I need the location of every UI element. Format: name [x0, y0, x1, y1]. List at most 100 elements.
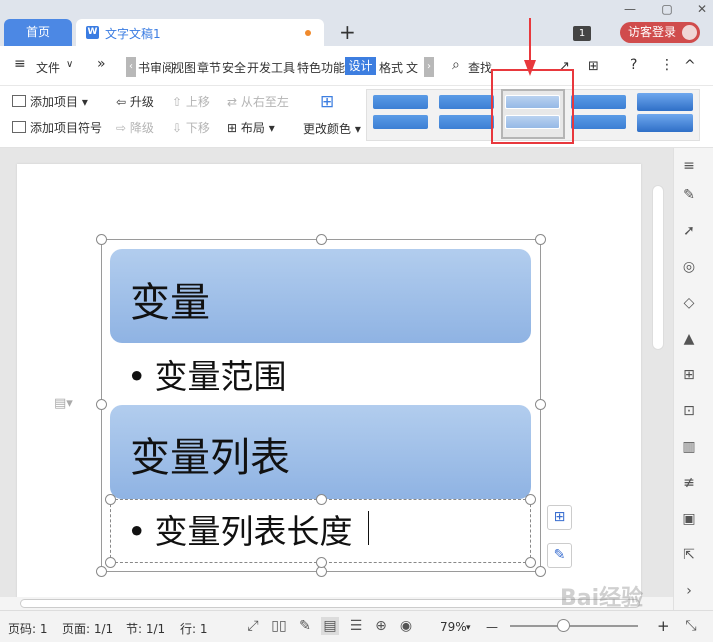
demote-button[interactable]: ⇨ 降级 — [116, 119, 154, 136]
style-swatch-1-top[interactable] — [373, 95, 428, 109]
cursor-icon[interactable]: ➚ — [680, 222, 698, 240]
search-button[interactable]: 查找 — [468, 59, 492, 76]
sidebar-expand-icon[interactable]: › — [680, 582, 698, 600]
right-to-left-button[interactable]: ⇄ 从右至左 — [227, 93, 289, 110]
web-view-icon[interactable]: ⊕ — [372, 617, 390, 635]
maximize-button[interactable]: ▢ — [658, 2, 676, 16]
style-swatch-2-top[interactable] — [439, 95, 494, 109]
zoom-level[interactable]: 79% — [440, 620, 467, 634]
style-swatch-4-top[interactable] — [571, 95, 626, 109]
move-up-button[interactable]: ⇧ 上移 — [172, 93, 210, 110]
table-icon[interactable]: ⊞ — [680, 366, 698, 384]
outline-view-icon[interactable]: ☰ — [347, 617, 365, 635]
shapes-icon[interactable]: ◇ — [680, 294, 698, 312]
zoom-in-button[interactable]: + — [657, 617, 670, 635]
search-icon[interactable]: ⌕ — [452, 57, 460, 73]
more-tabs-button[interactable]: » — [97, 56, 106, 72]
smartart-layout-icon[interactable]: ⊞ — [547, 505, 572, 530]
layout-label: 布局 — [240, 121, 265, 135]
resize-handle[interactable] — [96, 566, 107, 577]
export-icon[interactable]: ⇱ — [680, 546, 698, 564]
style-swatch-2-bottom[interactable] — [439, 115, 494, 129]
style-swatch-1-bottom[interactable] — [373, 115, 428, 129]
stamp-icon[interactable]: ◎ — [680, 258, 698, 276]
move-down-button[interactable]: ⇩ 下移 — [172, 119, 210, 136]
inner-resize-handle[interactable] — [316, 494, 327, 505]
reading-mode-icon[interactable]: ▯▯ — [270, 617, 288, 635]
hamburger-icon[interactable]: ≡ — [14, 56, 26, 72]
brush-icon[interactable]: ✎ — [547, 543, 572, 568]
resize-handle[interactable] — [316, 234, 327, 245]
smartart-box-2-text[interactable]: 变量列表 — [130, 425, 290, 483]
tab-design[interactable]: 设计 — [345, 57, 376, 75]
add-item-button[interactable]: 添加项目 ▾ — [12, 93, 88, 110]
inner-resize-handle[interactable] — [105, 494, 116, 505]
toolbox-icon[interactable]: ⊞ — [588, 59, 599, 74]
zoom-dropdown-icon[interactable]: ▾ — [466, 623, 471, 633]
inner-resize-handle[interactable] — [316, 557, 327, 568]
tab-security[interactable]: 安全 — [222, 59, 246, 76]
settings-sliders-icon[interactable]: ≢ — [680, 474, 698, 492]
tab-view[interactable]: 视图 — [172, 59, 196, 76]
tab-review[interactable]: 书审阅 — [138, 59, 174, 76]
smartart-bullet-2[interactable]: 变量列表长度 — [127, 505, 352, 553]
tab-more-truncated[interactable]: 文 — [406, 59, 418, 76]
tab-format[interactable]: 格式 — [379, 59, 403, 76]
collapse-ribbon-button[interactable]: ^ — [684, 58, 696, 74]
style-swatch-4-bottom[interactable] — [571, 115, 626, 129]
tab-developer[interactable]: 开发工具 — [247, 59, 295, 76]
tab-chapter[interactable]: 章节 — [197, 59, 221, 76]
change-color-button[interactable]: 更改颜色 ▾ — [303, 120, 361, 137]
status-page-number: 页码: 1 — [8, 622, 48, 636]
promote-button[interactable]: ⇦ 升级 — [116, 93, 154, 110]
pen-icon[interactable]: ✎ — [680, 186, 698, 204]
add-bullet-button[interactable]: 添加项目符号 — [12, 119, 102, 136]
file-menu[interactable]: 文件 — [36, 59, 60, 76]
sidebar-menu-icon[interactable]: ≡ — [680, 157, 698, 175]
layout-button[interactable]: ⊞ 布局 ▾ — [227, 119, 275, 136]
tab-home[interactable]: 首页 — [4, 19, 72, 46]
smartart-box-1-text[interactable]: 变量 — [130, 270, 210, 328]
resize-handle[interactable] — [96, 399, 107, 410]
inner-resize-handle[interactable] — [105, 557, 116, 568]
login-label: 访客登录 — [628, 25, 677, 39]
horizontal-scrollbar[interactable] — [20, 599, 640, 608]
style-swatch-5-bottom[interactable] — [637, 114, 693, 132]
style-swatch-5-top[interactable] — [637, 93, 693, 111]
eye-protect-icon[interactable]: ◉ — [397, 617, 415, 635]
zoom-slider-knob[interactable] — [557, 619, 570, 632]
image-icon[interactable]: ▣ — [680, 510, 698, 528]
help-button[interactable]: ? — [630, 57, 637, 73]
tab-features[interactable]: 特色功能 — [297, 59, 345, 76]
resize-handle[interactable] — [535, 234, 546, 245]
chart-icon[interactable]: ▥ — [680, 438, 698, 456]
zoom-out-button[interactable]: — — [486, 620, 498, 634]
inner-resize-handle[interactable] — [525, 494, 536, 505]
smartart-bullet-1[interactable]: 变量范围 — [127, 350, 286, 398]
change-color-label: 更改颜色 — [303, 122, 352, 136]
tab-document[interactable]: W 文字文稿1 — [76, 19, 324, 46]
minimize-button[interactable]: — — [621, 2, 639, 16]
fullscreen-icon[interactable]: ⤢ — [244, 617, 262, 635]
fill-icon[interactable]: ▲ — [680, 330, 698, 348]
inner-resize-handle[interactable] — [525, 557, 536, 568]
resize-handle[interactable] — [535, 399, 546, 410]
page-view-icon[interactable]: ▤ — [321, 617, 339, 635]
chevron-down-icon[interactable]: ∨ — [66, 59, 73, 70]
edit-pen-icon[interactable]: ✎ — [296, 617, 314, 635]
tabs-scroll-left-button[interactable]: ‹ — [126, 57, 136, 77]
zoom-slider[interactable] — [510, 625, 638, 627]
paragraph-marker-icon[interactable]: ▤▾ — [54, 396, 73, 411]
resize-handle[interactable] — [535, 566, 546, 577]
close-button[interactable]: ✕ — [693, 2, 711, 16]
resize-handle[interactable] — [96, 234, 107, 245]
fit-window-icon[interactable]: ⤡ — [682, 617, 700, 635]
new-tab-button[interactable]: + — [339, 21, 356, 43]
vertical-scrollbar[interactable] — [652, 185, 664, 350]
grid-icon[interactable]: ⊡ — [680, 402, 698, 420]
more-menu-button[interactable]: ⋮ — [660, 57, 674, 73]
status-section: 节: 1/1 — [126, 622, 166, 636]
tabs-scroll-right-button[interactable]: › — [424, 57, 434, 77]
window-count-badge[interactable]: 1 — [573, 26, 591, 41]
login-button[interactable]: 访客登录 — [620, 22, 700, 43]
